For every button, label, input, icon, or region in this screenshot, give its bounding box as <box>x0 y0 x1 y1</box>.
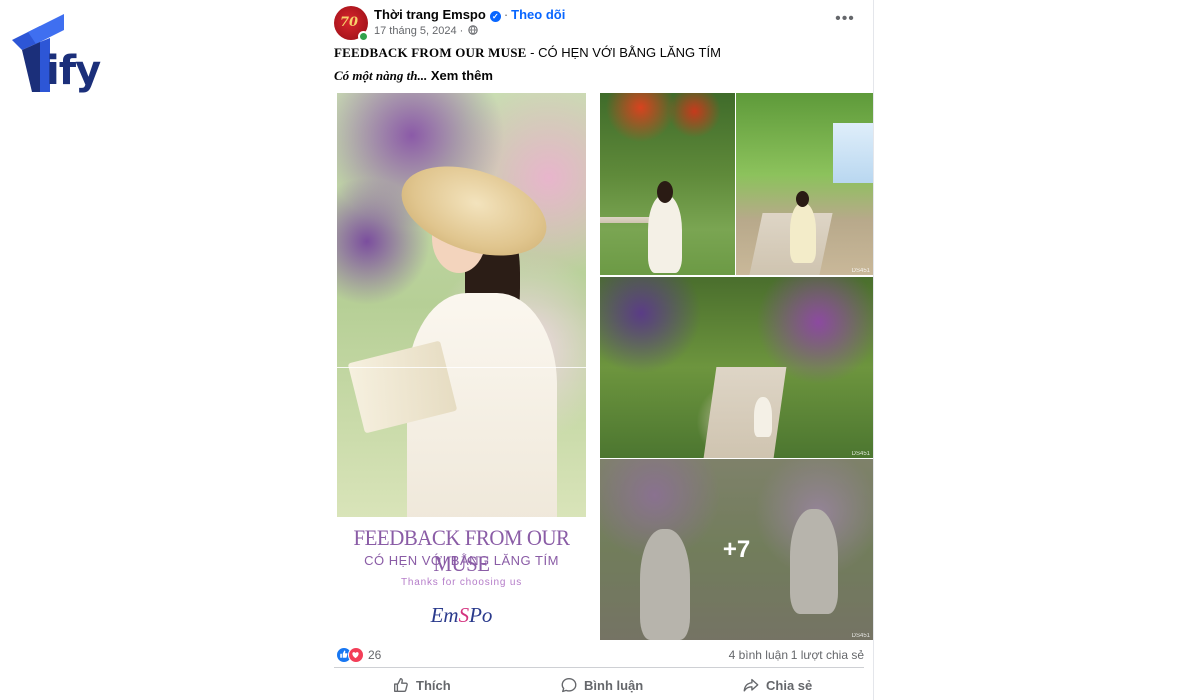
main-photo-title: FEEDBACK FROM OUR MUSE <box>353 525 570 576</box>
caption-heading: FEEDBACK FROM OUR MUSE - CÓ HẸN VỚI BẰNG… <box>334 45 721 61</box>
photo-grid: FEEDBACK FROM OUR MUSE CÓ HẸN VỚI BẰNG L… <box>326 93 874 641</box>
post-timestamp: 17 tháng 5, 2024 · <box>374 25 479 37</box>
photo-tile-more[interactable]: +7 DS451 <box>600 459 873 640</box>
ify-logo: ify <box>10 12 105 94</box>
photo-seam <box>337 367 586 368</box>
main-photo-thanks: Thanks for choosing us <box>401 577 522 588</box>
verified-badge-icon: ✓ <box>489 11 501 22</box>
page-name-row: Thời trang Emspo ✓ · Theo dõi <box>374 7 565 22</box>
like-icon <box>394 678 408 692</box>
tile-2-figure-head <box>796 191 809 207</box>
share-icon <box>743 678 759 692</box>
page-name[interactable]: Thời trang Emspo <box>374 7 486 22</box>
caption-heading-rest: - CÓ HẸN VỚI BẰNG LĂNG TÍM <box>526 45 721 60</box>
like-label: Thích <box>416 677 451 693</box>
tile-2-sky <box>833 123 873 183</box>
photo-tile-2[interactable]: DS451 <box>736 93 873 275</box>
tile-1-figure <box>648 195 682 273</box>
comment-label: Bình luận <box>584 677 644 693</box>
photo-tile-1[interactable] <box>600 93 735 275</box>
logo-text: ify <box>46 48 101 94</box>
comment-count[interactable]: 4 bình luận <box>729 648 788 662</box>
tile-2-tag: DS451 <box>851 268 870 274</box>
see-more-link[interactable]: Xem thêm <box>431 68 493 83</box>
tile-3-path <box>703 367 787 458</box>
love-reaction-icon <box>348 647 364 663</box>
post-actions: Thích Bình luận Chia sẻ <box>334 672 864 698</box>
caption-body: Có một nàng th... Xem thêm <box>334 68 493 84</box>
main-photo-image <box>337 93 586 517</box>
caption-snippet: Có một nàng th... <box>334 68 428 83</box>
main-photo-subtitle: CÓ HẸN VỚI BẰNG LĂNG TÍM <box>364 553 559 568</box>
separator-dot: · <box>503 7 509 22</box>
reaction-icons[interactable] <box>336 647 364 663</box>
online-indicator <box>358 31 369 42</box>
comment-icon <box>561 678 577 693</box>
tile-1-figure-head <box>657 181 673 203</box>
reaction-count[interactable]: 26 <box>368 648 381 662</box>
more-photos-count: +7 <box>722 536 751 563</box>
comment-button[interactable]: Bình luận <box>560 672 643 698</box>
brand-part-3: Po <box>469 603 493 627</box>
share-count[interactable]: 1 lượt chia sẻ <box>791 648 864 662</box>
main-photo-caption: FEEDBACK FROM OUR MUSE CÓ HẸN VỚI BẰNG L… <box>337 517 586 640</box>
more-options-icon[interactable]: ••• <box>833 11 857 32</box>
avatar-badge: 70 <box>340 15 359 30</box>
tile-3-tag: DS451 <box>851 451 870 457</box>
tile-3-figure <box>754 397 772 437</box>
post-date[interactable]: 17 tháng 5, 2024 · <box>374 25 463 37</box>
globe-icon <box>468 25 479 35</box>
facebook-post: 70 Thời trang Emspo ✓ · Theo dõi 17 tháng 5… <box>326 0 874 700</box>
share-label: Chia sẻ <box>766 677 813 693</box>
like-button[interactable]: Thích <box>392 672 451 698</box>
tile-4-tag: DS451 <box>851 633 870 639</box>
actions-divider <box>334 667 864 668</box>
photo-tile-3[interactable]: DS451 <box>600 277 873 458</box>
brand-part-2: S <box>458 603 470 627</box>
main-photo[interactable]: FEEDBACK FROM OUR MUSE CÓ HẸN VỚI BẰNG L… <box>337 93 586 640</box>
post-stats: 26 4 bình luận 1 lượt chia sẻ <box>334 646 864 664</box>
emspo-brand-logo: EmSPo <box>337 603 586 628</box>
post-header: 70 Thời trang Emspo ✓ · Theo dõi 17 tháng 5… <box>334 6 863 42</box>
heart-icon <box>352 652 359 659</box>
brand-part-1: Em <box>430 603 459 627</box>
share-button[interactable]: Chia sẻ <box>742 672 812 698</box>
follow-button[interactable]: Theo dõi <box>511 7 565 22</box>
caption-heading-bold: FEEDBACK FROM OUR MUSE <box>334 45 527 60</box>
tile-2-figure <box>790 203 816 263</box>
